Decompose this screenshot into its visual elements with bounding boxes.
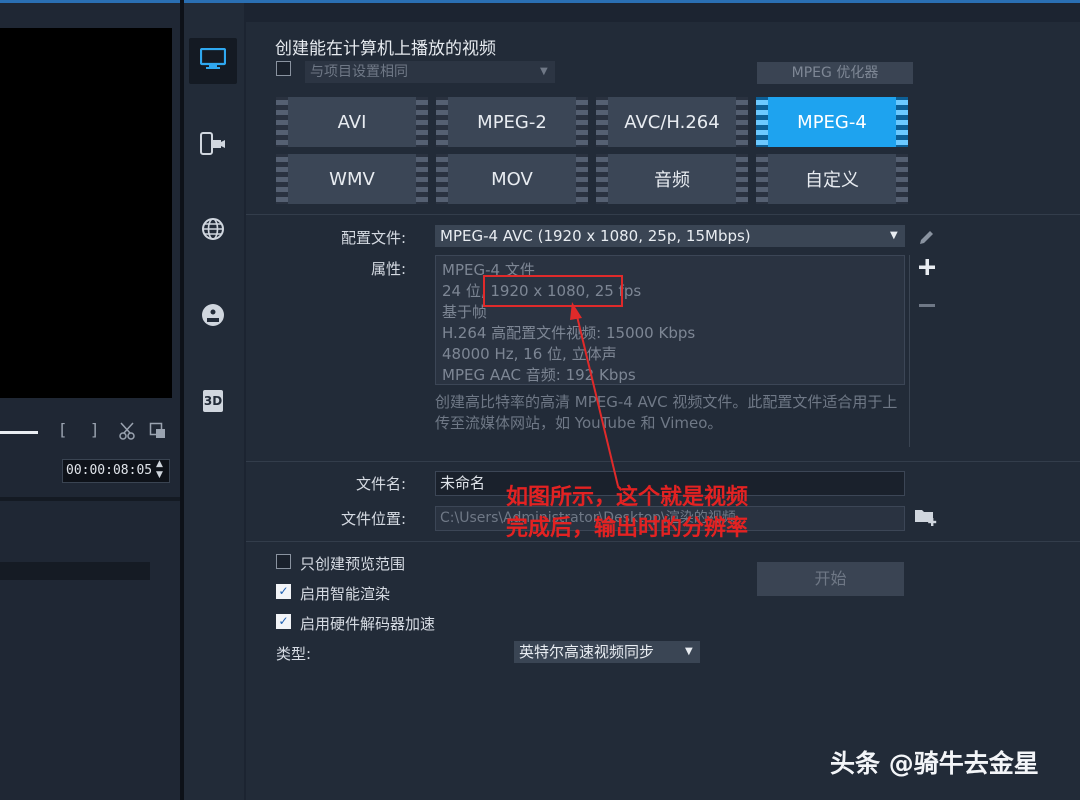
edit-profile-icon[interactable] xyxy=(918,228,936,250)
mark-out-button[interactable]: ] xyxy=(91,420,97,439)
mark-in-button[interactable]: [ xyxy=(60,420,66,439)
same-as-project-checkbox[interactable] xyxy=(276,61,291,76)
add-profile-icon[interactable] xyxy=(918,258,936,280)
type-label: 类型: xyxy=(276,645,312,663)
chevron-down-icon: ▼ xyxy=(685,646,693,657)
type-select[interactable]: 英特尔高速视频同步 xyxy=(514,641,700,663)
profile-select[interactable]: MPEG-4 AVC (1920 x 1080, 25p, 15Mbps) xyxy=(435,225,905,247)
nav-dvd[interactable] xyxy=(189,294,237,340)
panel-divider xyxy=(0,497,182,501)
format-mpeg2-button[interactable]: MPEG-2 xyxy=(436,97,588,147)
timecode-spinner-icon[interactable]: ▲ ▼ xyxy=(156,459,163,481)
dvd-icon xyxy=(201,303,225,331)
3d-icon: 3D xyxy=(203,390,223,412)
nav-mobile[interactable] xyxy=(189,123,237,169)
snapshot-icon[interactable] xyxy=(149,422,167,444)
property-line: H.264 高配置文件视频: 15000 Kbps xyxy=(442,324,696,342)
preview-screen xyxy=(0,28,172,398)
mobile-device-icon xyxy=(199,131,227,161)
smart-render-checkbox[interactable]: ✓ xyxy=(276,584,291,599)
format-mov-button[interactable]: MOV xyxy=(436,154,588,204)
preview-range-label: 只创建预览范围 xyxy=(300,555,406,573)
remove-profile-icon[interactable] xyxy=(918,295,936,313)
location-label: 文件位置: xyxy=(340,510,406,528)
folder-add-icon[interactable] xyxy=(914,507,938,531)
profile-description: 创建高比特率的高清 MPEG-4 AVC 视频文件。此配置文件适合用于上传至流媒… xyxy=(435,393,898,432)
hw-decoder-label: 启用硬件解码器加速 xyxy=(300,615,436,633)
mpeg-optimizer-button[interactable]: MPEG 优化器 xyxy=(757,62,913,84)
scrubber-bar[interactable] xyxy=(0,431,38,434)
page-title: 创建能在计算机上播放的视频 xyxy=(275,39,496,59)
vertical-divider xyxy=(909,255,910,447)
format-avi-button[interactable]: AVI xyxy=(276,97,428,147)
annotation-line: 完成后，输出时的分辨率 xyxy=(506,515,749,541)
nav-3d[interactable]: 3D xyxy=(189,378,237,424)
format-avc-h264-button[interactable]: AVC/H.264 xyxy=(596,97,748,147)
annotation-text: 如图所示，这个就是视频 完成后，输出时的分辨率 xyxy=(506,482,826,544)
watermark: 头条 @骑牛去金星 xyxy=(830,749,1039,778)
format-wmv-button[interactable]: WMV xyxy=(276,154,428,204)
same-as-project-select[interactable]: 与项目设置相同 xyxy=(305,61,555,83)
preview-range-checkbox[interactable] xyxy=(276,554,291,569)
annotation-line: 如图所示，这个就是视频 xyxy=(506,484,749,510)
chevron-down-icon: ▼ xyxy=(540,66,548,77)
track-strip xyxy=(0,562,150,580)
profile-label: 配置文件: xyxy=(340,229,406,247)
top-accent-bar xyxy=(0,0,1080,3)
properties-label: 属性: xyxy=(370,260,406,278)
annotation-arrow-icon xyxy=(570,302,619,487)
hw-decoder-checkbox[interactable]: ✓ xyxy=(276,614,291,629)
nav-computer[interactable] xyxy=(189,38,237,84)
smart-render-label: 启用智能渲染 xyxy=(300,585,391,603)
format-mpeg4-button[interactable]: MPEG-4 xyxy=(756,97,908,147)
nav-web[interactable] xyxy=(189,208,237,254)
section-divider xyxy=(246,214,1080,215)
filename-label: 文件名: xyxy=(355,475,406,493)
property-line: 48000 Hz, 16 位, 立体声 xyxy=(442,345,617,363)
format-custom-button[interactable]: 自定义 xyxy=(756,154,908,204)
computer-icon xyxy=(199,47,227,74)
start-button[interactable]: 开始 xyxy=(757,562,904,596)
format-audio-button[interactable]: 音频 xyxy=(596,154,748,204)
property-line: MPEG AAC 音频: 192 Kbps xyxy=(442,366,636,384)
timecode-field[interactable]: 00:00:08:05 xyxy=(62,459,170,483)
globe-icon xyxy=(201,217,225,245)
scissors-icon[interactable] xyxy=(118,421,138,445)
chevron-down-icon: ▼ xyxy=(890,230,898,241)
section-divider xyxy=(246,461,1080,462)
